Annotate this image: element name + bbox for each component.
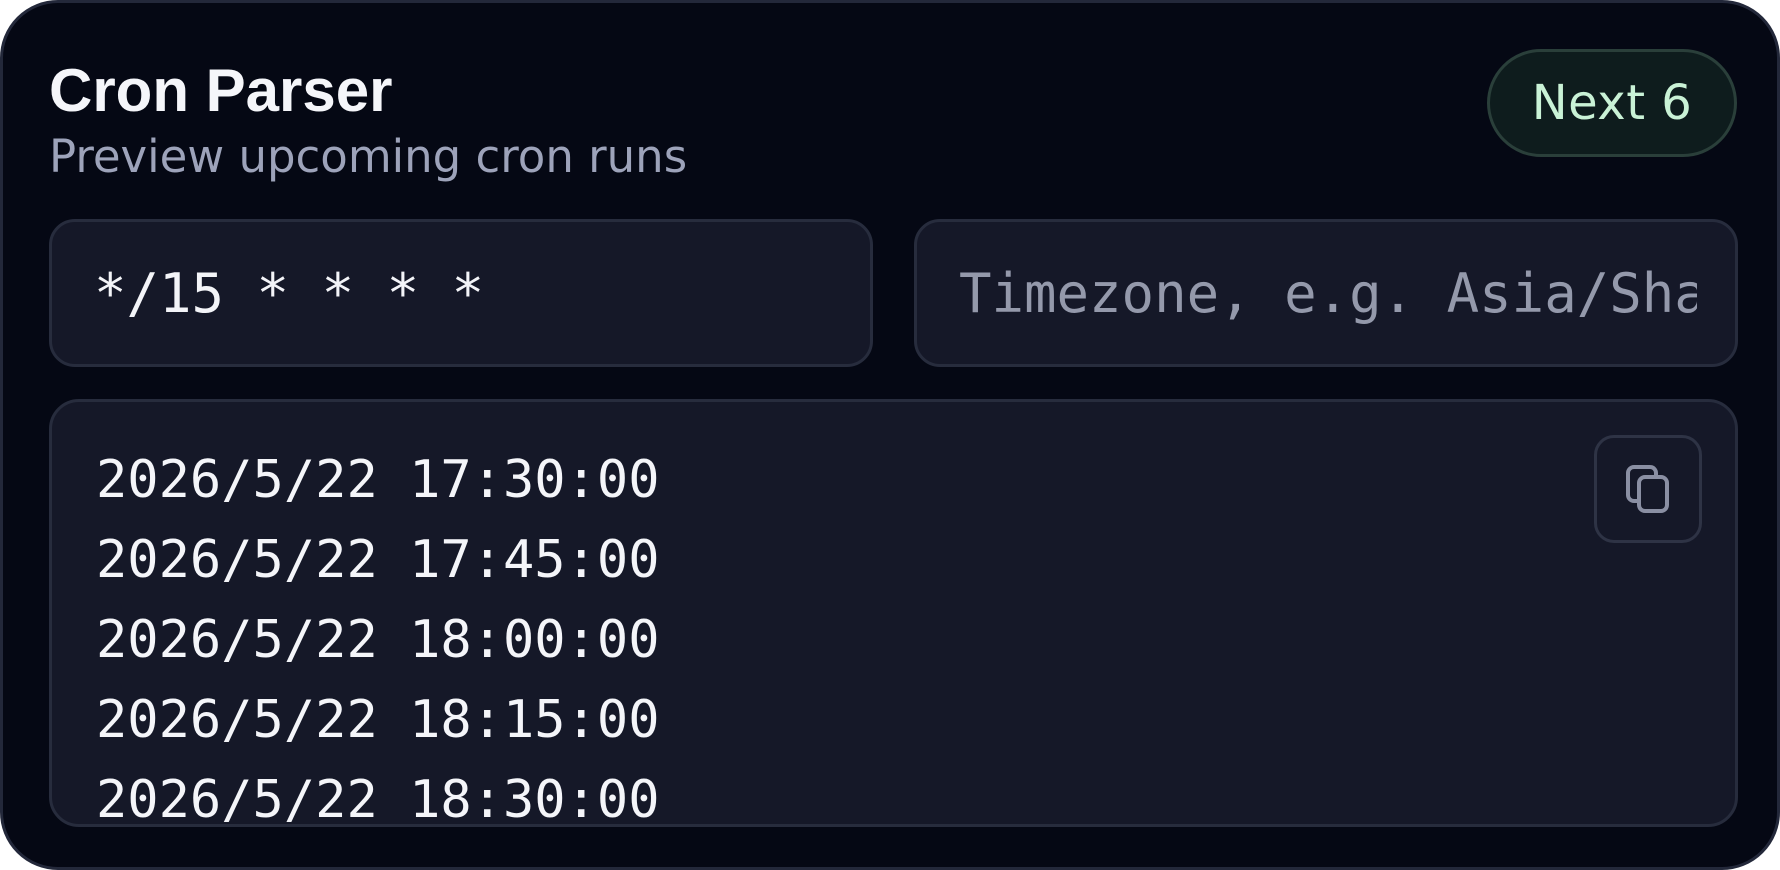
copy-button[interactable] [1594, 435, 1702, 543]
upcoming-runs-panel: 2026/5/22 17:30:00 2026/5/22 17:45:00 20… [49, 399, 1738, 827]
timezone-input[interactable] [917, 222, 1735, 364]
cron-expression-field [49, 219, 873, 367]
timezone-field [914, 219, 1738, 367]
run-time-item: 2026/5/22 17:30:00 [96, 450, 660, 510]
page-title: Cron Parser [49, 57, 393, 124]
upcoming-runs-list: 2026/5/22 17:30:00 2026/5/22 17:45:00 20… [96, 440, 660, 827]
copy-icon [1626, 465, 1669, 513]
run-time-item: 2026/5/22 18:15:00 [96, 690, 660, 750]
page-subtitle: Preview upcoming cron runs [49, 130, 688, 183]
cron-parser-card: Cron Parser Preview upcoming cron runs N… [0, 0, 1780, 870]
next-count-badge[interactable]: Next 6 [1487, 49, 1737, 157]
cron-expression-input[interactable] [52, 222, 870, 364]
run-time-item: 2026/5/22 17:45:00 [96, 530, 660, 590]
run-time-item: 2026/5/22 18:30:00 [96, 770, 660, 827]
run-time-item: 2026/5/22 18:00:00 [96, 610, 660, 670]
